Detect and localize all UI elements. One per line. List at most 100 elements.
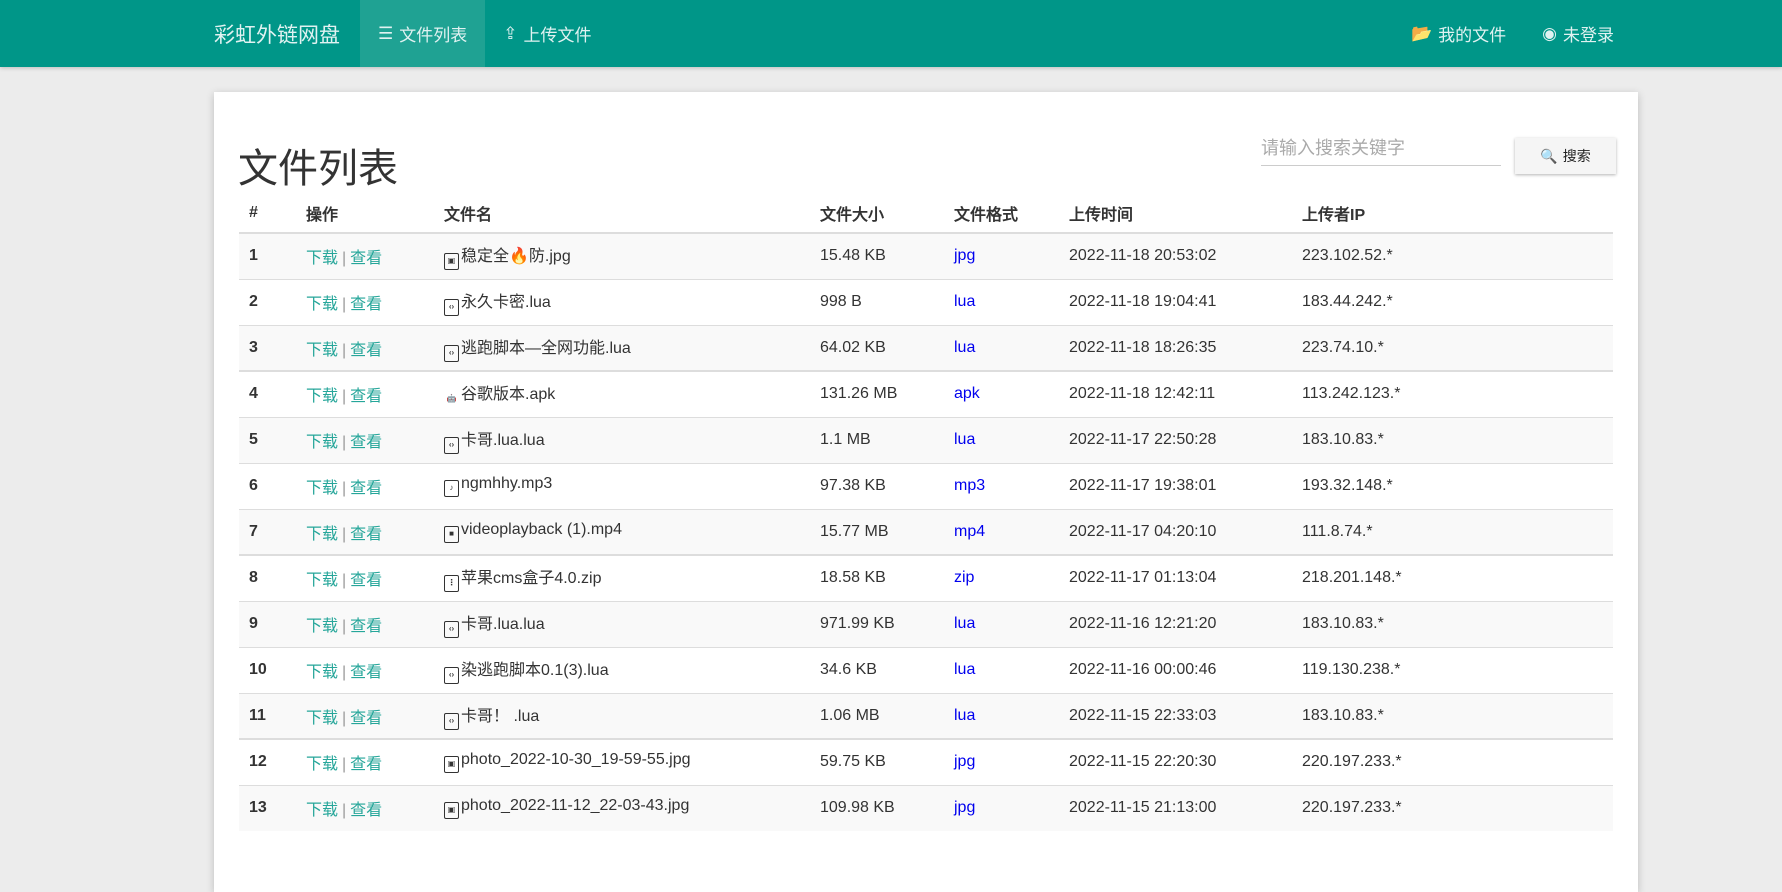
download-link[interactable]: 下载 [306, 526, 338, 543]
nav-file-list[interactable]: ☰ 文件列表 [360, 0, 486, 67]
nav-upload[interactable]: ⇪ 上传文件 [485, 0, 609, 67]
table-row: 12 下载 | 查看 ▣ photo_2022-10-30_19-59-55.jpg … [239, 738, 1613, 785]
view-link[interactable]: 查看 [350, 664, 382, 681]
view-link[interactable]: 查看 [350, 618, 382, 635]
download-link[interactable]: 下载 [306, 802, 338, 819]
file-format: jpg [944, 232, 1059, 279]
search-button[interactable]: 🔍 搜索 [1515, 138, 1616, 174]
file-name-cell: ⋮ 苹果cms盒子4.0.zip [434, 554, 810, 601]
download-link[interactable]: 下载 [306, 710, 338, 727]
upload-time: 2022-11-15 21:13:00 [1059, 784, 1292, 831]
file-name-cell: ▣ 稳定全🔥防.jpg [434, 232, 810, 279]
actions-cell: 下载 | 查看 [296, 738, 434, 785]
brand[interactable]: 彩虹外链网盘 [214, 0, 360, 67]
file-name-cell: ‹› 卡哥.lua.lua [434, 416, 810, 463]
file-name: photo_2022-11-12_22-03-43.jpg [461, 797, 690, 815]
actions-cell: 下载 | 查看 [296, 784, 434, 831]
upload-time: 2022-11-18 20:53:02 [1059, 232, 1292, 279]
uploader-ip: 193.32.148.* [1292, 462, 1613, 509]
column-header: 文件名 [434, 194, 810, 234]
file-name-cell: ♪ ngmhhy.mp3 [434, 462, 810, 509]
view-link[interactable]: 查看 [350, 526, 382, 543]
view-link[interactable]: 查看 [350, 572, 382, 589]
table-row: 8 下载 | 查看 ⋮ 苹果cms盒子4.0.zip 18.58 KB zip 202… [239, 554, 1613, 601]
nav-label: 未登录 [1563, 26, 1614, 45]
archive-file-icon: ⋮ [444, 575, 459, 593]
download-link[interactable]: 下载 [306, 480, 338, 497]
separator: | [342, 572, 347, 590]
file-format: lua [944, 600, 1059, 647]
download-link[interactable]: 下载 [306, 296, 338, 313]
upload-time: 2022-11-18 12:42:11 [1059, 370, 1292, 417]
download-link[interactable]: 下载 [306, 342, 338, 359]
upload-time: 2022-11-17 04:20:10 [1059, 508, 1292, 555]
file-format: mp4 [944, 508, 1059, 555]
upload-time: 2022-11-17 19:38:01 [1059, 462, 1292, 509]
file-name: 苹果cms盒子4.0.zip [461, 570, 602, 588]
uploader-ip: 220.197.233.* [1292, 738, 1613, 785]
file-name-cell: ▣ photo_2022-11-12_22-03-43.jpg [434, 784, 810, 831]
file-name-cell: ‹› 逃跑脚本—全网功能.lua [434, 324, 810, 371]
nav-login[interactable]: ◉ 未登录 [1524, 0, 1632, 67]
upload-icon: ⇪ [503, 23, 518, 43]
uploader-ip: 119.130.238.* [1292, 646, 1613, 693]
row-number: 1 [239, 232, 296, 279]
uploader-ip: 183.44.242.* [1292, 278, 1613, 325]
row-number: 13 [239, 784, 296, 831]
file-name: 染逃跑脚本0.1(3).lua [461, 662, 609, 679]
view-link[interactable]: 查看 [350, 296, 382, 313]
view-link[interactable]: 查看 [350, 388, 382, 405]
file-size: 131.26 MB [810, 370, 944, 417]
download-link[interactable]: 下载 [306, 388, 338, 405]
view-link[interactable]: 查看 [350, 710, 382, 727]
table-row: 3 下载 | 查看 ‹› 逃跑脚本—全网功能.lua 64.02 KB lua 202… [239, 324, 1613, 371]
separator: | [342, 802, 347, 820]
file-name: 稳定全🔥防.jpg [461, 248, 571, 266]
uploader-ip: 183.10.83.* [1292, 600, 1613, 647]
column-header: 文件大小 [810, 194, 944, 234]
file-name-cell: ‹› 卡哥.lua.lua [434, 600, 810, 647]
file-size: 59.75 KB [810, 738, 944, 785]
search-icon: 🔍 [1540, 147, 1558, 164]
actions-cell: 下载 | 查看 [296, 462, 434, 509]
download-link[interactable]: 下载 [306, 664, 338, 681]
download-link[interactable]: 下载 [306, 434, 338, 451]
file-size: 1.1 MB [810, 416, 944, 463]
row-number: 10 [239, 646, 296, 693]
row-number: 5 [239, 416, 296, 463]
search-input[interactable] [1261, 132, 1501, 166]
file-size: 109.98 KB [810, 784, 944, 831]
view-link[interactable]: 查看 [350, 756, 382, 773]
view-link[interactable]: 查看 [350, 250, 382, 267]
file-size: 18.58 KB [810, 554, 944, 601]
actions-cell: 下载 | 查看 [296, 508, 434, 555]
view-link[interactable]: 查看 [350, 342, 382, 359]
download-link[interactable]: 下载 [306, 756, 338, 773]
separator: | [342, 388, 347, 406]
file-name-cell: ■ videoplayback (1).mp4 [434, 508, 810, 555]
view-link[interactable]: 查看 [350, 802, 382, 819]
file-table: # 操作 文件名 文件大小 文件格式 上传时间 上传者IP 1 下载 | 查看 ▣ 稳定全🔥防.j… [239, 194, 1613, 831]
separator: | [342, 756, 347, 774]
actions-cell: 下载 | 查看 [296, 278, 434, 325]
upload-time: 2022-11-18 19:04:41 [1059, 278, 1292, 325]
table-row: 2 下载 | 查看 ‹› 永久卡密.lua 998 B lua 2022-11-18 … [239, 278, 1613, 325]
view-link[interactable]: 查看 [350, 480, 382, 497]
file-format: lua [944, 692, 1059, 739]
view-link[interactable]: 查看 [350, 434, 382, 451]
download-link[interactable]: 下载 [306, 572, 338, 589]
code-file-icon: ‹› [444, 667, 459, 684]
row-number: 6 [239, 462, 296, 509]
row-number: 12 [239, 738, 296, 785]
file-format: jpg [944, 784, 1059, 831]
upload-time: 2022-11-18 18:26:35 [1059, 324, 1292, 371]
file-name: 逃跑脚本—全网功能.lua [461, 339, 631, 357]
separator: | [342, 664, 347, 681]
actions-cell: 下载 | 查看 [296, 416, 434, 463]
download-link[interactable]: 下载 [306, 250, 338, 267]
download-link[interactable]: 下载 [306, 618, 338, 635]
uploader-ip: 183.10.83.* [1292, 692, 1613, 739]
nav-my-files[interactable]: 📂 我的文件 [1393, 0, 1524, 67]
actions-cell: 下载 | 查看 [296, 600, 434, 647]
navbar: 彩虹外链网盘 ☰ 文件列表 ⇪ 上传文件 📂 我的文件 ◉ 未登录 [0, 0, 1782, 67]
